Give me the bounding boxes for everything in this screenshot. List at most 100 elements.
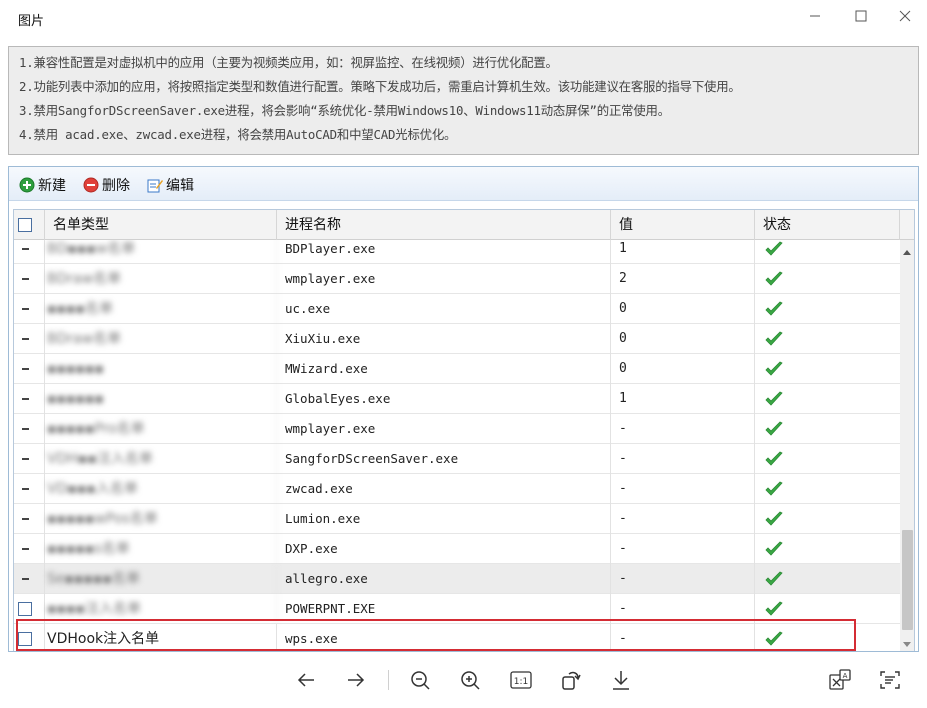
add-icon — [19, 177, 35, 193]
row-select-cell — [14, 414, 45, 444]
zoom-in-button[interactable] — [456, 666, 484, 694]
table-row[interactable]: ▪▪▪▪▪▪ GlobalEyes.exe 1 — [14, 384, 900, 414]
cell-process-name: XiuXiu.exe — [277, 324, 611, 354]
table-row[interactable]: Se▪▪▪▪▪名单 allegro.exe - — [14, 564, 900, 594]
delete-button-label: 删除 — [102, 178, 130, 194]
cell-process-name: MWizard.exe — [277, 354, 611, 384]
scroll-up-arrow-icon[interactable] — [903, 250, 911, 255]
row-dash-marker — [22, 278, 29, 280]
scroll-down-arrow-icon[interactable] — [903, 642, 911, 647]
check-icon — [765, 391, 783, 406]
minimize-button[interactable] — [796, 4, 834, 28]
download-icon — [613, 671, 629, 690]
row-dash-marker — [22, 458, 29, 460]
rotate-icon — [562, 671, 581, 690]
window-title: 图片 — [18, 14, 45, 29]
table-row[interactable]: ▪▪▪▪▪Pro名单 wmplayer.exe - — [14, 414, 900, 444]
cell-list-type: ▪▪▪▪▪▪ — [45, 384, 277, 414]
table-row[interactable]: ▪▪▪▪▪▪ MWizard.exe 0 — [14, 354, 900, 384]
select-all-checkbox[interactable] — [18, 218, 32, 232]
actual-size-button[interactable]: 1:1 — [507, 666, 535, 694]
row-select-cell — [14, 444, 45, 474]
notice-line: 4.禁用 acad.exe、zwcad.exe进程，将会禁用AutoCAD和中望… — [19, 127, 457, 142]
cell-status — [755, 504, 900, 534]
download-button[interactable] — [607, 666, 635, 694]
zoom-out-button[interactable] — [406, 666, 434, 694]
minimize-icon — [810, 15, 820, 17]
cell-value: - — [611, 444, 755, 474]
row-dash-marker — [22, 368, 29, 370]
row-select-cell — [14, 354, 45, 384]
cell-status — [755, 534, 900, 564]
cell-value: - — [611, 414, 755, 444]
text-recognition-button[interactable] — [876, 666, 904, 694]
row-dash-marker — [22, 548, 29, 550]
table-row[interactable]: BD▪▪▪w名单 BDPlayer.exe 1 — [14, 240, 900, 264]
translate-button[interactable]: A — [826, 666, 854, 694]
edit-button[interactable]: 编辑 — [147, 175, 194, 195]
row-checkbox[interactable] — [18, 602, 32, 616]
translate-icon: A — [829, 669, 851, 690]
table-row[interactable]: ▪▪▪▪▪s名单 DXP.exe - — [14, 534, 900, 564]
vertical-scrollbar[interactable] — [900, 240, 914, 651]
row-dash-marker — [22, 488, 29, 490]
cell-value: 0 — [611, 354, 755, 384]
new-button[interactable]: 新建 — [19, 175, 66, 195]
notice-line: 2.功能列表中添加的应用，将按照指定类型和数值进行配置。策略下发成功后，需重启计… — [19, 79, 741, 94]
row-dash-marker — [22, 428, 29, 430]
compatibility-list-panel: 新建 删除 编辑 名单类型 进程名称 值 状态 BD▪▪▪w名单 BDPlaye… — [8, 166, 919, 652]
column-header-type[interactable]: 名单类型 — [45, 210, 277, 240]
cell-status — [755, 444, 900, 474]
cell-value: 0 — [611, 324, 755, 354]
cell-value: - — [611, 564, 755, 594]
next-button[interactable] — [342, 666, 370, 694]
row-dash-marker — [22, 578, 29, 580]
table-row[interactable]: VDH▪▪注入名单 SangforDScreenSaver.exe - — [14, 444, 900, 474]
list-toolbar: 新建 删除 编辑 — [9, 167, 918, 201]
cell-list-type: ▪▪▪▪▪wPos名单 — [45, 504, 277, 534]
cell-status — [755, 324, 900, 354]
table-row[interactable]: ▪▪▪▪▪wPos名单 Lumion.exe - — [14, 504, 900, 534]
check-icon — [765, 331, 783, 346]
row-dash-marker — [22, 308, 29, 310]
table-row[interactable]: BDraw名单 XiuXiu.exe 0 — [14, 324, 900, 354]
new-button-label: 新建 — [38, 178, 66, 194]
cell-value: 2 — [611, 264, 755, 294]
cell-process-name: GlobalEyes.exe — [277, 384, 611, 414]
row-select-cell — [14, 504, 45, 534]
check-icon — [765, 481, 783, 496]
svg-text:1:1: 1:1 — [514, 677, 528, 687]
row-select-cell — [14, 264, 45, 294]
cell-list-type: BD▪▪▪w名单 — [45, 240, 277, 264]
title-bar: 图片 — [0, 0, 927, 36]
cell-process-name: BDPlayer.exe — [277, 240, 611, 264]
table-row[interactable]: VD▪▪▪入名单 zwcad.exe - — [14, 474, 900, 504]
close-button[interactable] — [886, 4, 924, 28]
cell-list-type: ▪▪▪▪▪s名单 — [45, 534, 277, 564]
cell-value: - — [611, 474, 755, 504]
zoom-in-icon — [461, 671, 480, 690]
scrollbar-thumb[interactable] — [902, 530, 913, 630]
row-dash-marker — [22, 338, 29, 340]
check-icon — [765, 571, 783, 586]
toolbar-divider — [388, 670, 389, 690]
cell-process-name: SangforDScreenSaver.exe — [277, 444, 611, 474]
rotate-button[interactable] — [557, 666, 585, 694]
check-icon — [765, 541, 783, 556]
cell-value: 0 — [611, 294, 755, 324]
cell-value: 1 — [611, 384, 755, 414]
table-row[interactable]: ▪▪▪▪名单 uc.exe 0 — [14, 294, 900, 324]
delete-button[interactable]: 删除 — [83, 175, 130, 195]
notice-line: 1.兼容性配置是对虚拟机中的应用（主要为视频类应用，如：视屏监控、在线视频）进行… — [19, 55, 558, 70]
check-icon — [765, 361, 783, 376]
cell-process-name: Lumion.exe — [277, 504, 611, 534]
row-dash-marker — [22, 518, 29, 520]
column-header-process[interactable]: 进程名称 — [277, 210, 611, 240]
row-dash-marker — [22, 248, 29, 250]
column-header-value[interactable]: 值 — [611, 210, 755, 240]
check-icon — [765, 421, 783, 436]
previous-button[interactable] — [292, 666, 320, 694]
maximize-button[interactable] — [842, 4, 880, 28]
table-row[interactable]: BDraw名单 wmplayer.exe 2 — [14, 264, 900, 294]
column-header-status[interactable]: 状态 — [755, 210, 900, 240]
